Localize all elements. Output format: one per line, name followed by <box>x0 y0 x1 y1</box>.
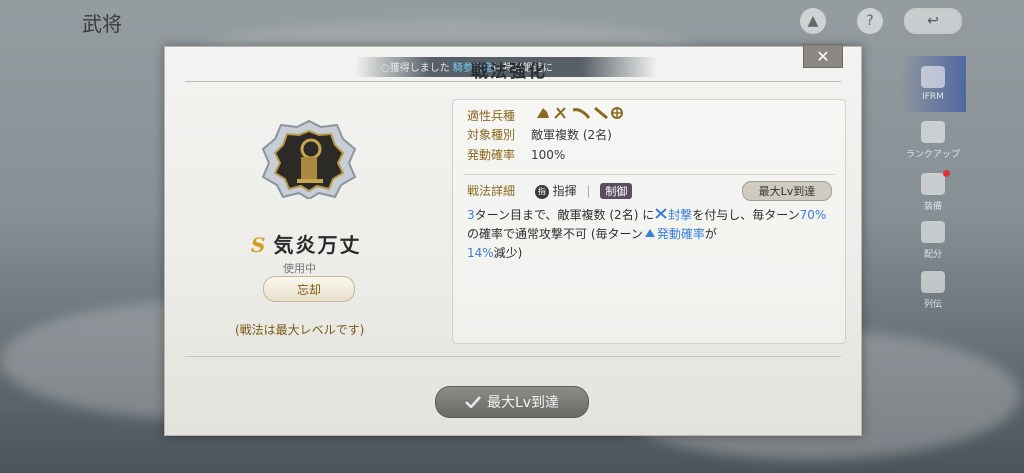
status-label: 使用中 <box>283 262 316 275</box>
divider <box>185 356 841 357</box>
divider <box>463 174 835 175</box>
max-level-badge: 最大Lv到達 <box>742 181 832 201</box>
control-tag: 制御 <box>600 183 633 199</box>
back-button[interactable]: ↩ <box>904 8 962 34</box>
sidebar-item-biography[interactable]: 列伝 <box>900 262 966 318</box>
command-icon: 指 <box>534 184 549 199</box>
detail-row: 戦法詳細 指 指揮 | 制御 <box>467 182 633 199</box>
back-arrow-icon: ↩ <box>927 13 939 29</box>
target-row: 対象種別 敵軍複数 (2名) <box>467 128 612 142</box>
divider <box>185 81 841 82</box>
notification-dot <box>943 170 950 177</box>
troop-type-icons <box>536 106 623 120</box>
skill-enhance-modal: ○獲得しました 騎参斬竜は特級鍛造に 戦法強化 ✕ S 気炎万丈 使用中 忘却 (… <box>164 44 862 436</box>
skill-emblem-icon <box>261 119 357 199</box>
help-icon[interactable]: ? <box>857 8 883 34</box>
details-panel: 適性兵種 対象種別 敵軍複数 (2名) 発動確率 100% 戦法詳細 指 指揮 | … <box>452 99 846 344</box>
eye-icon <box>921 120 945 143</box>
skill-description: 3ターン目まで、敵軍複数 (2名) に封撃を付与し、毎ターン70%の確率で通常攻… <box>467 208 827 260</box>
grade-badge: S <box>251 233 268 257</box>
sidebar-item-rankup[interactable]: ランクアップ <box>900 112 966 168</box>
helmet-icon <box>921 66 945 88</box>
gear-icon <box>921 220 945 243</box>
scroll-icon <box>921 270 945 293</box>
close-button[interactable]: ✕ <box>803 44 843 68</box>
armor-icon <box>921 172 945 195</box>
mountain-icon[interactable]: ▲ <box>800 8 826 34</box>
forget-button[interactable]: 忘却 <box>263 276 355 302</box>
screen-title: 武将 <box>82 12 122 36</box>
sidebar-item-allocate[interactable]: 配分 <box>900 212 966 268</box>
troop-row: 適性兵種 <box>467 106 625 124</box>
max-level-button[interactable]: 最大Lv到達 <box>435 386 589 418</box>
check-icon <box>465 396 481 408</box>
max-level-note: (戦法は最大レベルです) <box>235 323 365 337</box>
sidebar-item-1[interactable]: IFRM <box>900 56 966 112</box>
skill-name: S 気炎万丈 <box>251 233 362 257</box>
rate-row: 発動確率 100% <box>467 148 566 162</box>
rate-down-icon <box>644 229 655 237</box>
modal-title: 戦法強化 <box>471 62 547 82</box>
seal-status-icon <box>655 208 667 219</box>
